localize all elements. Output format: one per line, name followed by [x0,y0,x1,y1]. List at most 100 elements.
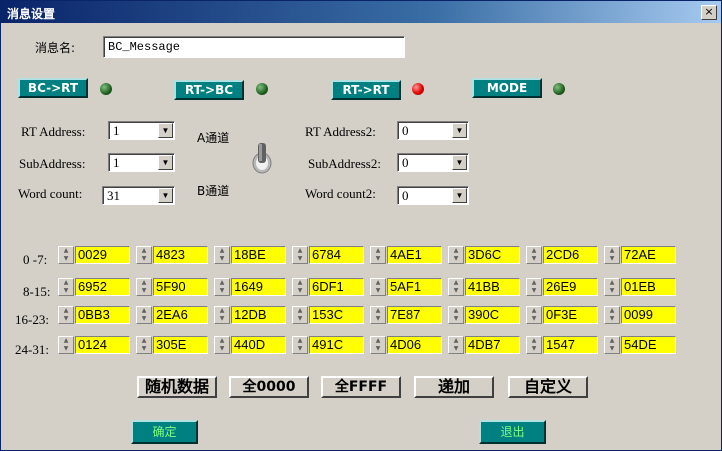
word-spinner[interactable]: ▲ ▼ [448,336,464,354]
spin-down-icon[interactable]: ▼ [530,345,538,352]
spin-down-icon[interactable]: ▼ [140,315,148,322]
data-word-field[interactable]: 491C [309,336,364,354]
word-spinner[interactable]: ▲ ▼ [526,278,542,296]
spin-up-icon[interactable]: ▲ [608,337,616,344]
word-spinner[interactable]: ▲ ▼ [526,246,542,264]
data-word-field[interactable]: 390C [465,306,520,324]
data-word-field[interactable]: 1547 [543,336,598,354]
spin-up-icon[interactable]: ▲ [218,337,226,344]
data-word-field[interactable]: 4DB7 [465,336,520,354]
spin-down-icon[interactable]: ▼ [608,315,616,322]
spin-down-icon[interactable]: ▼ [374,345,382,352]
spin-up-icon[interactable]: ▲ [374,337,382,344]
data-word-field[interactable]: 1649 [231,278,286,296]
exit-button[interactable]: 退出 [479,420,546,444]
spin-down-icon[interactable]: ▼ [374,315,382,322]
spin-up-icon[interactable]: ▲ [296,279,304,286]
word-spinner[interactable]: ▲ ▼ [448,278,464,296]
word-spinner[interactable]: ▲ ▼ [526,336,542,354]
spin-down-icon[interactable]: ▼ [452,255,460,262]
spin-up-icon[interactable]: ▲ [62,247,70,254]
spin-up-icon[interactable]: ▲ [140,279,148,286]
spin-down-icon[interactable]: ▼ [62,255,70,262]
spin-up-icon[interactable]: ▲ [62,279,70,286]
spin-down-icon[interactable]: ▼ [140,287,148,294]
message-name-input[interactable] [103,36,405,58]
spin-down-icon[interactable]: ▼ [608,345,616,352]
word-count-select[interactable]: 31 ▼ [102,186,175,205]
word-spinner[interactable]: ▲ ▼ [448,306,464,324]
spin-down-icon[interactable]: ▼ [608,287,616,294]
data-word-field[interactable]: 18BE [231,246,286,264]
close-button[interactable]: × [701,5,717,20]
chevron-down-icon[interactable]: ▼ [158,155,173,170]
spin-down-icon[interactable]: ▼ [296,287,304,294]
spin-up-icon[interactable]: ▲ [608,247,616,254]
spin-down-icon[interactable]: ▼ [62,345,70,352]
word-spinner[interactable]: ▲ ▼ [370,246,386,264]
ok-button[interactable]: 确定 [131,420,198,444]
data-word-field[interactable]: 0BB3 [75,306,130,324]
data-word-field[interactable]: 5AF1 [387,278,442,296]
word-spinner[interactable]: ▲ ▼ [370,278,386,296]
spin-up-icon[interactable]: ▲ [452,307,460,314]
spin-up-icon[interactable]: ▲ [530,337,538,344]
word-spinner[interactable]: ▲ ▼ [58,246,74,264]
spin-up-icon[interactable]: ▲ [374,247,382,254]
word-spinner[interactable]: ▲ ▼ [292,336,308,354]
spin-up-icon[interactable]: ▲ [140,247,148,254]
word-spinner[interactable]: ▲ ▼ [604,246,620,264]
data-word-field[interactable]: 3D6C [465,246,520,264]
spin-down-icon[interactable]: ▼ [62,315,70,322]
word-spinner[interactable]: ▲ ▼ [214,246,230,264]
word-spinner[interactable]: ▲ ▼ [58,278,74,296]
spin-up-icon[interactable]: ▲ [296,247,304,254]
word-spinner[interactable]: ▲ ▼ [292,306,308,324]
data-word-field[interactable]: 0099 [621,306,676,324]
data-word-field[interactable]: 440D [231,336,286,354]
data-word-field[interactable]: 0124 [75,336,130,354]
subaddress2-select[interactable]: 0 ▼ [397,153,469,172]
all-ffff-button[interactable]: 全FFFF [321,376,401,398]
spin-up-icon[interactable]: ▲ [218,307,226,314]
spin-down-icon[interactable]: ▼ [62,287,70,294]
spin-down-icon[interactable]: ▼ [218,315,226,322]
word-spinner[interactable]: ▲ ▼ [214,278,230,296]
word-spinner[interactable]: ▲ ▼ [604,336,620,354]
spin-down-icon[interactable]: ▼ [530,287,538,294]
spin-down-icon[interactable]: ▼ [608,255,616,262]
rt-address-select[interactable]: 1 ▼ [108,121,175,140]
spin-up-icon[interactable]: ▲ [530,307,538,314]
spin-up-icon[interactable]: ▲ [452,279,460,286]
chevron-down-icon[interactable]: ▼ [452,123,467,138]
data-word-field[interactable]: 72AE [621,246,676,264]
spin-down-icon[interactable]: ▼ [140,345,148,352]
spin-down-icon[interactable]: ▼ [530,255,538,262]
chevron-down-icon[interactable]: ▼ [452,155,467,170]
data-word-field[interactable]: 6DF1 [309,278,364,296]
word-spinner[interactable]: ▲ ▼ [604,306,620,324]
word-spinner[interactable]: ▲ ▼ [526,306,542,324]
spin-up-icon[interactable]: ▲ [62,337,70,344]
word-spinner[interactable]: ▲ ▼ [604,278,620,296]
data-word-field[interactable]: 12DB [231,306,286,324]
spin-down-icon[interactable]: ▼ [296,255,304,262]
title-bar[interactable]: 消息设置 × [1,1,721,23]
data-word-field[interactable]: 4AE1 [387,246,442,264]
chevron-down-icon[interactable]: ▼ [158,123,173,138]
word-count2-select[interactable]: 0 ▼ [397,186,469,205]
spin-down-icon[interactable]: ▼ [140,255,148,262]
word-spinner[interactable]: ▲ ▼ [448,246,464,264]
data-word-field[interactable]: 4D06 [387,336,442,354]
spin-down-icon[interactable]: ▼ [296,315,304,322]
spin-up-icon[interactable]: ▲ [374,279,382,286]
data-word-field[interactable]: 41BB [465,278,520,296]
word-spinner[interactable]: ▲ ▼ [214,336,230,354]
data-word-field[interactable]: 54DE [621,336,676,354]
word-spinner[interactable]: ▲ ▼ [370,336,386,354]
word-spinner[interactable]: ▲ ▼ [136,278,152,296]
word-spinner[interactable]: ▲ ▼ [292,246,308,264]
spin-up-icon[interactable]: ▲ [530,247,538,254]
spin-up-icon[interactable]: ▲ [218,279,226,286]
spin-down-icon[interactable]: ▼ [218,255,226,262]
